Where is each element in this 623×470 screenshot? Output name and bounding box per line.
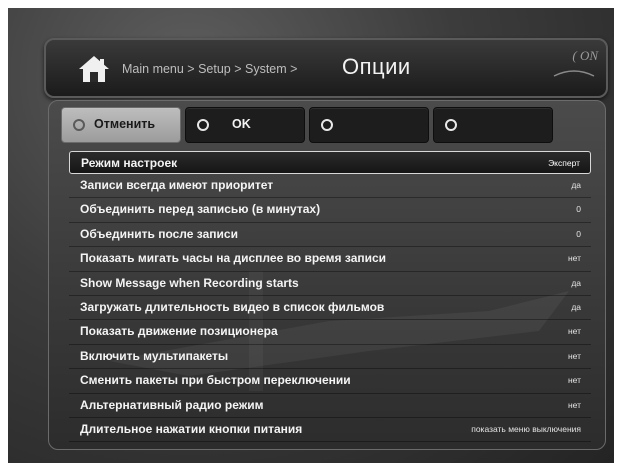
option-row-show-message[interactable]: Show Message when Recording starts да [69, 272, 591, 296]
option-value: Эксперт [548, 158, 580, 168]
option-row-power-long-press[interactable]: Длительное нажатии кнопки питания показа… [69, 418, 591, 443]
option-row-multibouquet[interactable]: Включить мультипакеты нет [69, 345, 591, 370]
option-value: 0 [576, 204, 581, 215]
option-label: Альтернативный радио режим [80, 397, 264, 412]
option-value: нет [567, 253, 581, 264]
option-row-blink-clock[interactable]: Показать мигать часы на дисплее во время… [69, 247, 591, 272]
option-label: Записи всегда имеют приоритет [80, 178, 274, 192]
circle-icon [445, 119, 457, 131]
red-cancel-button[interactable]: Отменить [61, 107, 181, 143]
option-label: Длительное нажатии кнопки питания [80, 421, 303, 436]
options-list: Режим настроек Эксперт Записи всегда име… [69, 151, 591, 443]
circle-icon [321, 119, 333, 131]
option-row-load-length[interactable]: Загружать длительность видео в список фи… [69, 296, 591, 321]
option-label: Объединить перед записью (в минутах) [80, 202, 321, 217]
option-row-recording-priority[interactable]: Записи всегда имеют приоритет да [69, 174, 591, 199]
cancel-button-label: Отменить [94, 117, 156, 131]
circle-icon [197, 119, 209, 131]
tv-screen: Main menu > Setup > System > Опции ( ON … [8, 8, 614, 463]
option-value: показать меню выключения [471, 423, 581, 434]
option-label: Сменить пакеты при быстром переключении [80, 373, 351, 388]
option-row-radio-mode[interactable]: Альтернативный радио режим нет [69, 394, 591, 418]
option-label: Показать движение позиционера [80, 324, 278, 339]
option-row-margin-after[interactable]: Объединить после записи 0 [69, 223, 591, 248]
brand-swoosh-icon [553, 70, 595, 77]
breadcrumb: Main menu > Setup > System > [122, 62, 298, 76]
option-row-positioner-movement[interactable]: Показать движение позиционера нет [69, 320, 591, 345]
circle-icon [73, 119, 85, 131]
option-label: Режим настроек [81, 156, 178, 170]
color-button-bar: Отменить OK [61, 107, 597, 143]
option-label: Show Message when Recording starts [80, 275, 299, 290]
option-value: нет [567, 375, 581, 386]
option-value: нет [567, 350, 581, 361]
option-label: Объединить после записи [80, 226, 238, 241]
option-row-config-mode[interactable]: Режим настроек Эксперт [69, 151, 591, 174]
option-value: да [571, 301, 581, 312]
option-value: 0 [576, 228, 581, 239]
option-label: Показать мигать часы на дисплее во время… [80, 251, 387, 266]
home-icon [79, 56, 109, 82]
option-label: Загружать длительность видео в список фи… [80, 299, 385, 314]
option-row-margin-before[interactable]: Объединить перед записью (в минутах) 0 [69, 198, 591, 223]
blue-button[interactable] [433, 107, 553, 143]
option-value: да [571, 180, 581, 190]
yellow-button[interactable] [309, 107, 429, 143]
page-title: Опции [342, 54, 411, 79]
option-label: Включить мультипакеты [80, 348, 229, 363]
green-ok-button[interactable]: OK [185, 107, 305, 143]
option-value: да [571, 277, 581, 288]
option-row-quick-zap-bouquet[interactable]: Сменить пакеты при быстром переключении … [69, 369, 591, 394]
options-panel: Отменить OK Режим настроек Эксперт Запис… [48, 100, 606, 450]
option-value: нет [567, 399, 581, 410]
option-value: нет [567, 326, 581, 337]
header-bar: Main menu > Setup > System > Опции ( ON [44, 38, 608, 98]
ok-button-label: OK [232, 117, 251, 131]
